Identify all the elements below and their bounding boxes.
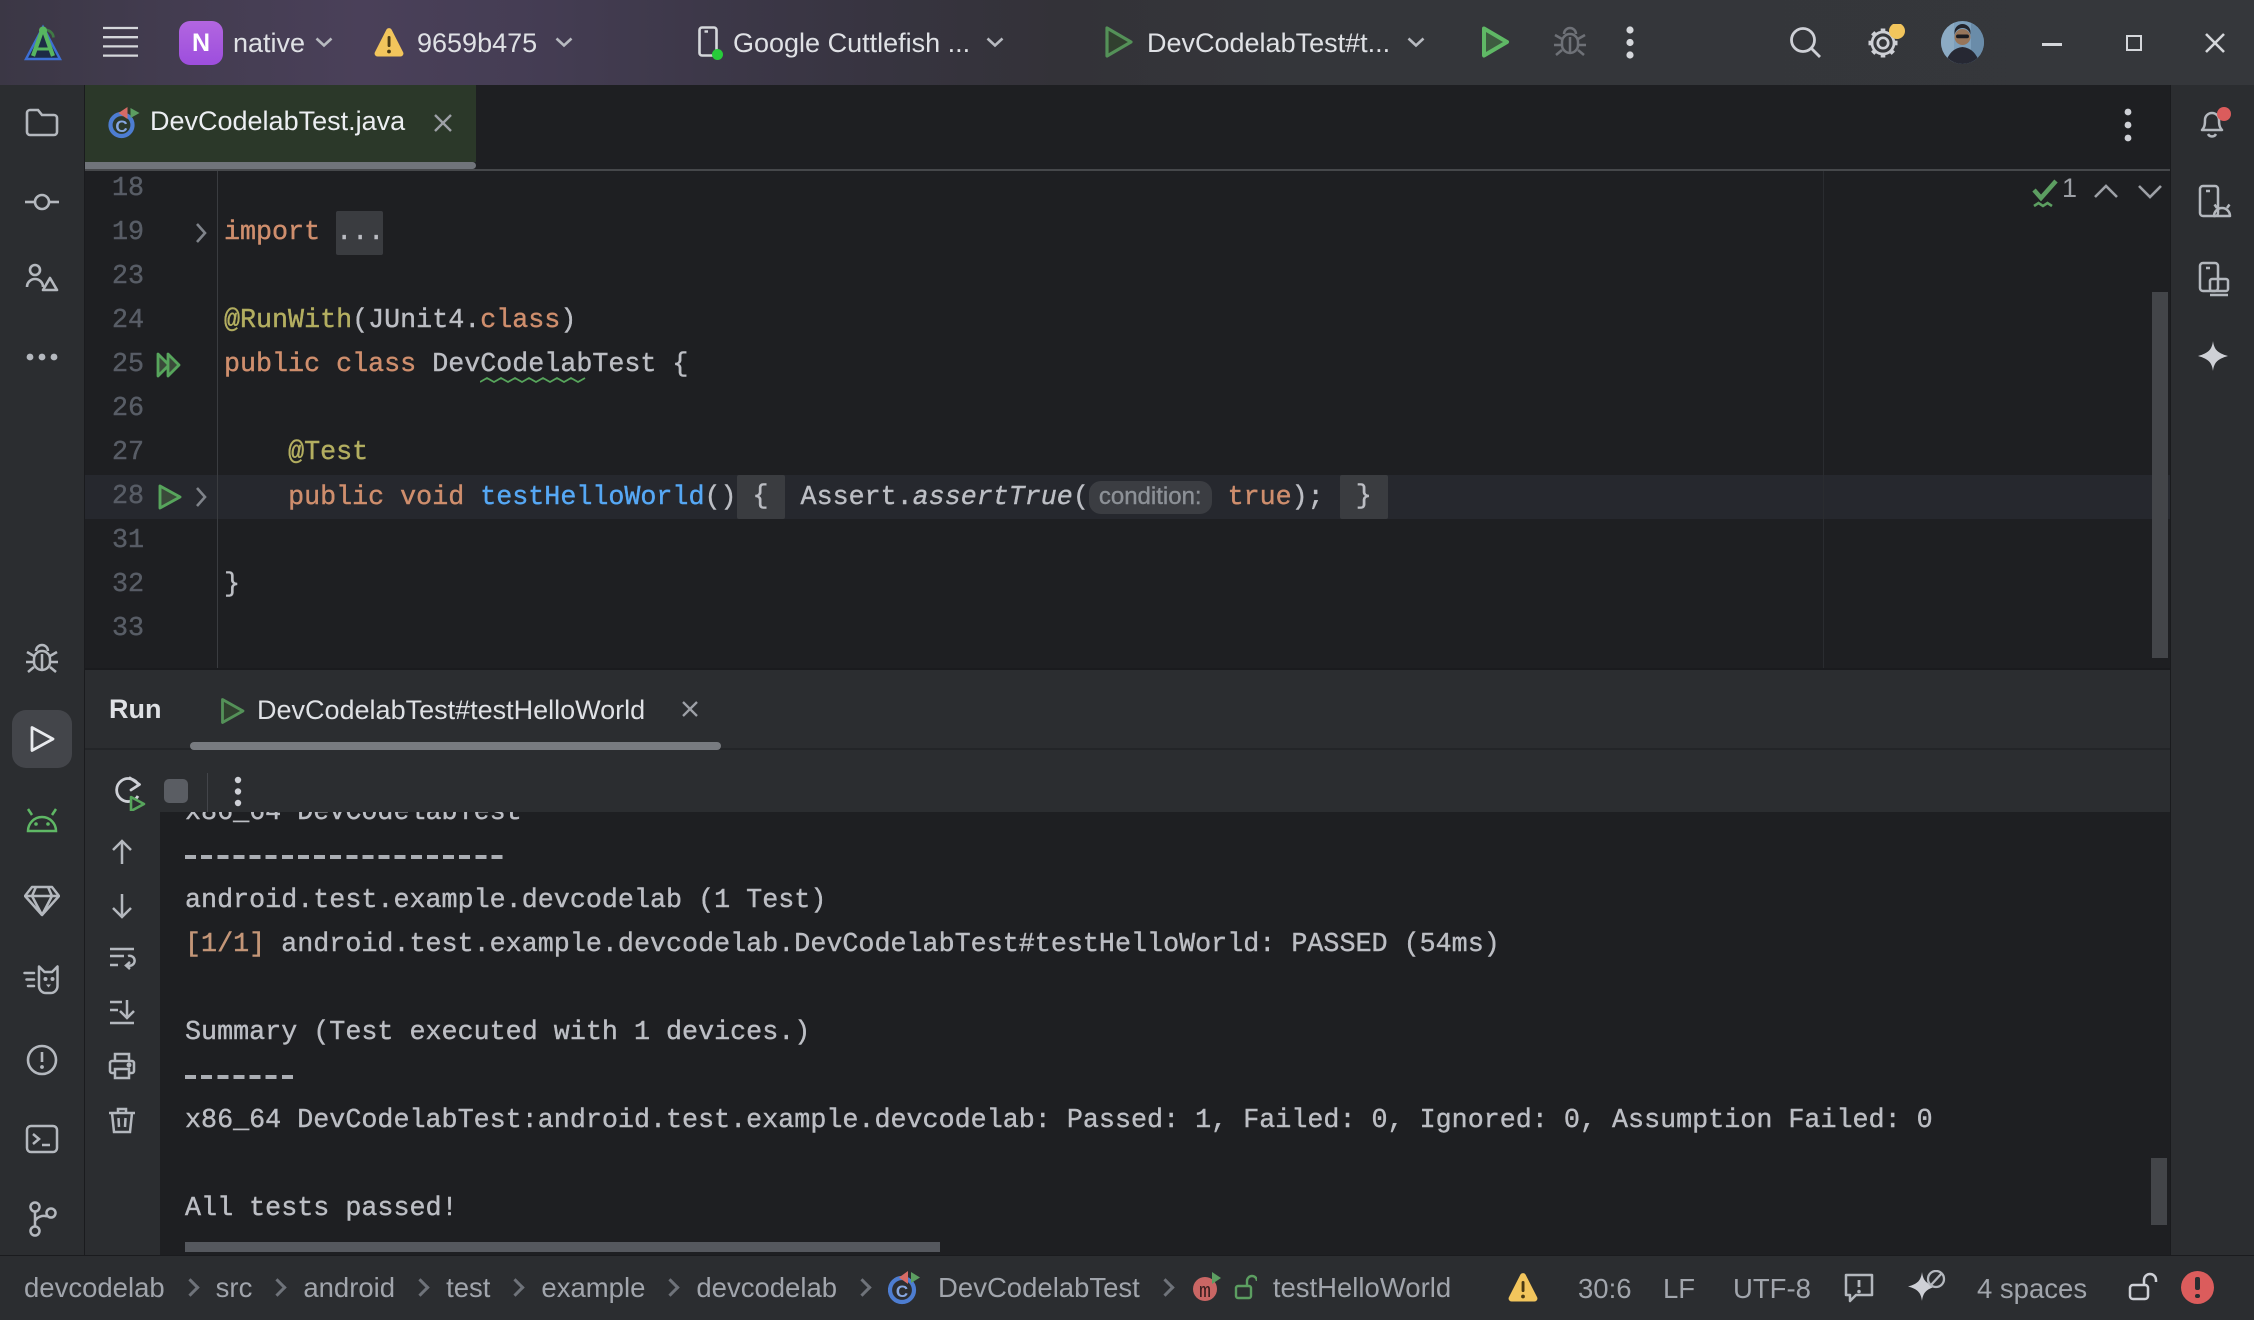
svg-text:C: C — [896, 1282, 908, 1301]
svg-text:m: m — [1199, 1281, 1211, 1304]
svg-text:C: C — [115, 117, 127, 136]
